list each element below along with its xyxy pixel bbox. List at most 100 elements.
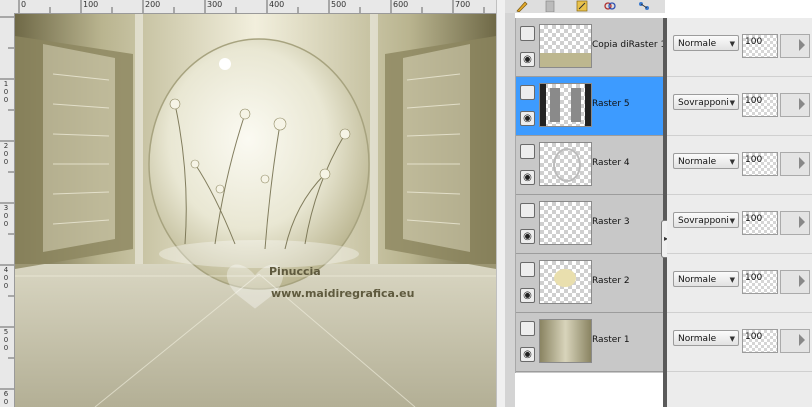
layer-name[interactable]: Copia diRaster 1 — [592, 40, 666, 50]
ruler-digit: 1 — [3, 80, 9, 88]
mask-icon[interactable] — [543, 0, 557, 12]
opacity-slider[interactable] — [780, 34, 810, 58]
opacity-field[interactable]: 100 — [742, 152, 778, 176]
opacity-value: 100 — [745, 155, 763, 165]
ruler-digit: 0 — [3, 398, 9, 406]
opacity-field[interactable]: 100 — [742, 93, 778, 117]
layer-thumbnail[interactable] — [539, 24, 592, 68]
adjust-layer-icon[interactable] — [575, 0, 589, 12]
ruler-digit: 2 — [3, 142, 9, 150]
horizontal-ruler[interactable]: 0 100 200 300 400 500 600 700 — [14, 0, 496, 14]
opacity-slider[interactable] — [780, 329, 810, 353]
layer-lock-toggle[interactable] — [520, 203, 535, 218]
panel-splitter[interactable] — [505, 0, 515, 407]
ruler-digit: 0 — [3, 336, 9, 344]
ruler-digit: 0 — [3, 220, 9, 228]
layer-lock-toggle[interactable] — [520, 144, 535, 159]
layer-thumbnail[interactable] — [539, 201, 592, 245]
opacity-slider[interactable] — [780, 211, 810, 235]
layer-thumbnail[interactable] — [539, 319, 592, 363]
opacity-field[interactable]: 100 — [742, 329, 778, 353]
opacity-value: 100 — [745, 332, 763, 342]
blend-mode-label: Normale — [678, 334, 717, 344]
ruler-digit: 5 — [3, 328, 9, 336]
ruler-digit: 0 — [3, 282, 9, 290]
layer-name[interactable]: Raster 3 — [592, 217, 630, 227]
opacity-field[interactable]: 100 — [742, 34, 778, 58]
ruler-label: 600 — [393, 0, 409, 9]
canvas-artwork — [15, 14, 496, 407]
ruler-digit: 0 — [3, 158, 9, 166]
watermark-url: www.maidiregrafica.eu — [271, 287, 415, 300]
blend-mode-select[interactable]: Sovrapponi ▼ — [673, 94, 739, 110]
brush-icon[interactable] — [515, 0, 529, 12]
blend-mode-select[interactable]: Normale ▼ — [673, 330, 739, 346]
layer-props-row: Normale ▼ 100 — [667, 254, 812, 313]
dropdown-arrow-icon: ▼ — [729, 276, 735, 284]
watermark-name: Pinuccia — [269, 265, 321, 278]
ruler-label: 700 — [455, 0, 471, 9]
layer-row-raster-4[interactable]: ◉ Raster 4 — [516, 136, 664, 195]
layer-name[interactable]: Raster 5 — [592, 99, 630, 109]
layer-name[interactable]: Raster 2 — [592, 276, 630, 286]
blend-mode-label: Sovrapponi — [678, 216, 729, 226]
layer-properties-column: Normale ▼ 100 Sovrapponi ▼ 100 Normale ▼ 10… — [667, 18, 812, 407]
blend-mode-select[interactable]: Normale ▼ — [673, 35, 739, 51]
ruler-digit: 0 — [3, 212, 9, 220]
layer-row-raster-1[interactable]: ◉ Raster 1 — [516, 313, 664, 372]
layer-lock-toggle[interactable] — [520, 262, 535, 277]
eye-icon[interactable]: ◉ — [520, 52, 535, 67]
layer-row-raster-3[interactable]: ◉ Raster 3 — [516, 195, 664, 254]
dropdown-arrow-icon: ▼ — [729, 158, 735, 166]
layer-row-raster-5[interactable]: ◉ Raster 5 — [516, 77, 664, 136]
vertical-ruler[interactable]: 1 0 0 2 0 0 3 0 0 4 0 0 5 0 0 6 0 — [0, 13, 15, 407]
layer-thumbnail[interactable] — [539, 83, 592, 127]
group-icon[interactable] — [637, 0, 651, 12]
ruler-digit: 0 — [3, 150, 9, 158]
layer-lock-toggle[interactable] — [520, 321, 535, 336]
layer-row-copia-diraster-1[interactable]: ◉ Copia diRaster 1 — [516, 18, 666, 77]
layer-row-raster-2[interactable]: ◉ Raster 2 — [516, 254, 664, 313]
blend-mode-label: Normale — [678, 157, 717, 167]
eye-icon[interactable]: ◉ — [520, 288, 535, 303]
eye-icon[interactable]: ◉ — [520, 170, 535, 185]
layer-name[interactable]: Raster 4 — [592, 158, 630, 168]
layer-props-row: Sovrapponi ▼ 100 — [667, 195, 812, 254]
opacity-field[interactable]: 100 — [742, 211, 778, 235]
layer-thumbnail[interactable] — [539, 142, 592, 186]
blend-mode-select[interactable]: Sovrapponi ▼ — [673, 212, 739, 228]
ruler-digit: 0 — [3, 344, 9, 352]
ruler-corner — [0, 0, 14, 13]
layer-thumbnail[interactable] — [539, 260, 592, 304]
opacity-value: 100 — [745, 214, 763, 224]
ruler-label: 200 — [145, 0, 161, 9]
blend-mode-select[interactable]: Normale ▼ — [673, 153, 739, 169]
opacity-slider[interactable] — [780, 270, 810, 294]
opacity-slider[interactable] — [780, 152, 810, 176]
canvas-vertical-scrollbar[interactable] — [496, 0, 505, 407]
dropdown-arrow-icon: ▼ — [729, 335, 735, 343]
image-canvas[interactable]: Pinuccia www.maidiregrafica.eu — [15, 14, 496, 407]
layer-lock-toggle[interactable] — [520, 26, 535, 41]
eye-icon[interactable]: ◉ — [520, 229, 535, 244]
blend-mode-label: Normale — [678, 39, 717, 49]
ruler-label: 500 — [331, 0, 347, 9]
eye-icon[interactable]: ◉ — [520, 347, 535, 362]
layer-lock-toggle[interactable] — [520, 85, 535, 100]
layer-name[interactable]: Raster 1 — [592, 335, 630, 345]
paint-app-window: 0 100 200 300 400 500 600 700 1 0 0 2 0 … — [0, 0, 812, 407]
link-icon[interactable] — [603, 0, 617, 12]
opacity-slider[interactable] — [780, 93, 810, 117]
dropdown-arrow-icon: ▼ — [729, 99, 735, 107]
ruler-digit: 0 — [3, 274, 9, 282]
opacity-field[interactable]: 100 — [742, 270, 778, 294]
eye-icon[interactable]: ◉ — [520, 111, 535, 126]
ruler-label: 300 — [207, 0, 223, 9]
opacity-value: 100 — [745, 37, 763, 47]
ruler-digit: 0 — [3, 88, 9, 96]
blend-mode-select[interactable]: Normale ▼ — [673, 271, 739, 287]
layer-props-row: Normale ▼ 100 — [667, 18, 812, 77]
ruler-label: 100 — [83, 0, 99, 9]
ruler-digit: 4 — [3, 266, 9, 274]
dropdown-arrow-icon: ▼ — [729, 217, 735, 225]
